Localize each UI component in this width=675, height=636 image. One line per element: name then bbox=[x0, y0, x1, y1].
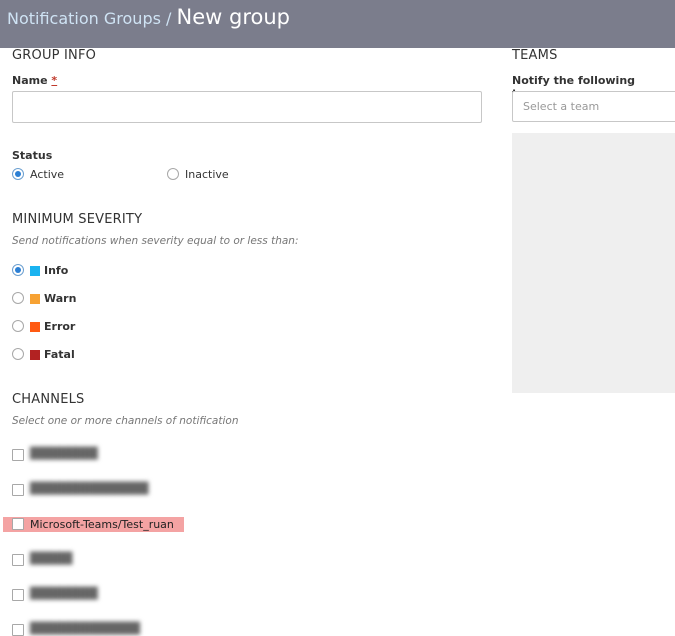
breadcrumb-link-notification-groups[interactable]: Notification Groups / bbox=[7, 9, 171, 28]
name-label-text: Name bbox=[12, 74, 48, 87]
team-select[interactable]: Select a team bbox=[512, 91, 675, 122]
channel-label: ██████████████ bbox=[30, 482, 149, 495]
name-input[interactable] bbox=[12, 91, 482, 123]
channel-checkbox-microsoft-teams[interactable] bbox=[12, 518, 24, 530]
channel-label-microsoft-teams: Microsoft-Teams/Test_ruan bbox=[30, 518, 174, 531]
severity-info-swatch bbox=[30, 266, 40, 276]
channels-title: CHANNELS bbox=[12, 392, 85, 407]
severity-error-label: Error bbox=[44, 320, 76, 333]
group-info-title: GROUP INFO bbox=[12, 48, 97, 63]
severity-fatal-label: Fatal bbox=[44, 348, 75, 361]
severity-error-radio[interactable] bbox=[12, 320, 24, 332]
channel-label: ████████ bbox=[30, 447, 98, 460]
channel-label: █████ bbox=[30, 552, 73, 565]
status-inactive-radio[interactable] bbox=[167, 168, 179, 180]
channel-checkbox[interactable] bbox=[12, 484, 24, 496]
severity-warn-radio[interactable] bbox=[12, 292, 24, 304]
status-inactive-label: Inactive bbox=[185, 168, 229, 181]
minimum-severity-title: MINIMUM SEVERITY bbox=[12, 212, 143, 227]
severity-fatal-radio[interactable] bbox=[12, 348, 24, 360]
channel-checkbox[interactable] bbox=[12, 449, 24, 461]
severity-info-label: Info bbox=[44, 264, 69, 277]
channel-label: █████████████ bbox=[30, 622, 140, 635]
severity-warn-label: Warn bbox=[44, 292, 77, 305]
severity-hint: Send notifications when severity equal t… bbox=[12, 235, 299, 247]
page-title: New group bbox=[176, 5, 290, 29]
severity-error-swatch bbox=[30, 322, 40, 332]
channel-checkbox[interactable] bbox=[12, 554, 24, 566]
required-mark: * bbox=[51, 74, 58, 87]
severity-fatal-swatch bbox=[30, 350, 40, 360]
teams-list-panel bbox=[512, 133, 675, 393]
status-active-label: Active bbox=[30, 168, 65, 181]
status-active-radio[interactable] bbox=[12, 168, 24, 180]
page-header: Notification Groups / New group bbox=[0, 0, 675, 48]
channels-hint: Select one or more channels of notificat… bbox=[12, 415, 239, 427]
channel-label: ████████ bbox=[30, 587, 98, 600]
teams-title: TEAMS bbox=[512, 48, 558, 63]
breadcrumb: Notification Groups / New group bbox=[7, 5, 290, 29]
severity-info-radio[interactable] bbox=[12, 264, 24, 276]
team-select-placeholder: Select a team bbox=[523, 100, 600, 113]
channel-checkbox[interactable] bbox=[12, 589, 24, 601]
severity-warn-swatch bbox=[30, 294, 40, 304]
name-label: Name * bbox=[12, 74, 57, 87]
channel-checkbox[interactable] bbox=[12, 624, 24, 636]
status-label: Status bbox=[12, 149, 53, 162]
